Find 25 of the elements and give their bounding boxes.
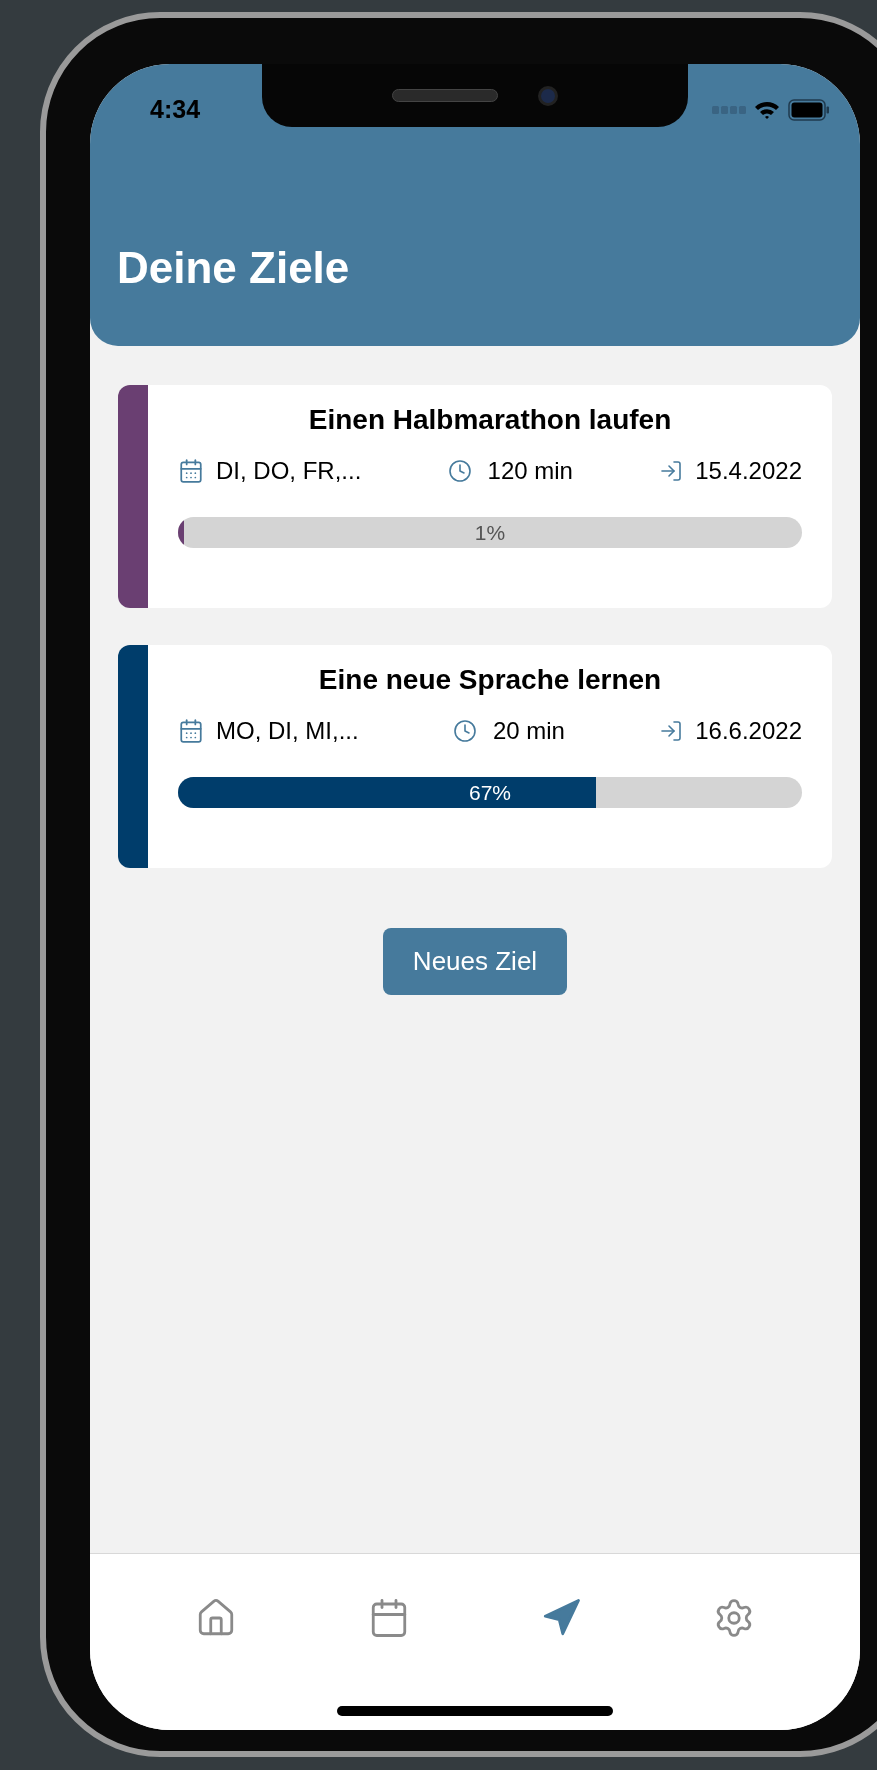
goal-card[interactable]: Eine neue Sprache lernen MO, DI, MI,... 20 min 16.6.2022 67% <box>118 645 832 868</box>
clock-icon <box>452 719 477 743</box>
goal-date: 16.6.2022 <box>695 716 802 746</box>
calendar-icon <box>178 458 204 484</box>
goal-duration: 120 min <box>487 456 573 486</box>
battery-icon <box>788 99 830 121</box>
goal-card[interactable]: Einen Halbmarathon laufen DI, DO, FR,... 120 min 15.4.2022 1% <box>118 385 832 608</box>
signal-icon <box>712 105 746 115</box>
page-title: Deine Ziele <box>116 246 351 290</box>
goal-date: 15.4.2022 <box>695 456 802 486</box>
new-goal-button[interactable]: Neues Ziel <box>382 928 568 995</box>
arrow-into-bracket-icon <box>659 459 684 483</box>
goal-days: DI, DO, FR,... <box>216 453 362 489</box>
goal-duration: 20 min <box>492 716 565 746</box>
progress-text: 1% <box>473 519 507 546</box>
progress-text: 67% <box>468 779 512 806</box>
status-time: 4:34 <box>150 94 201 126</box>
goal-title: Einen Halbmarathon laufen <box>307 403 673 437</box>
calendar-icon <box>178 718 204 744</box>
camera-lens <box>538 85 558 106</box>
wifi-icon <box>754 100 780 120</box>
goal-title: Eine neue Sprache lernen <box>317 663 663 697</box>
goal-days: MO, DI, MI,... <box>216 713 359 749</box>
arrow-into-bracket-icon <box>659 719 684 743</box>
clock-icon <box>447 459 472 483</box>
